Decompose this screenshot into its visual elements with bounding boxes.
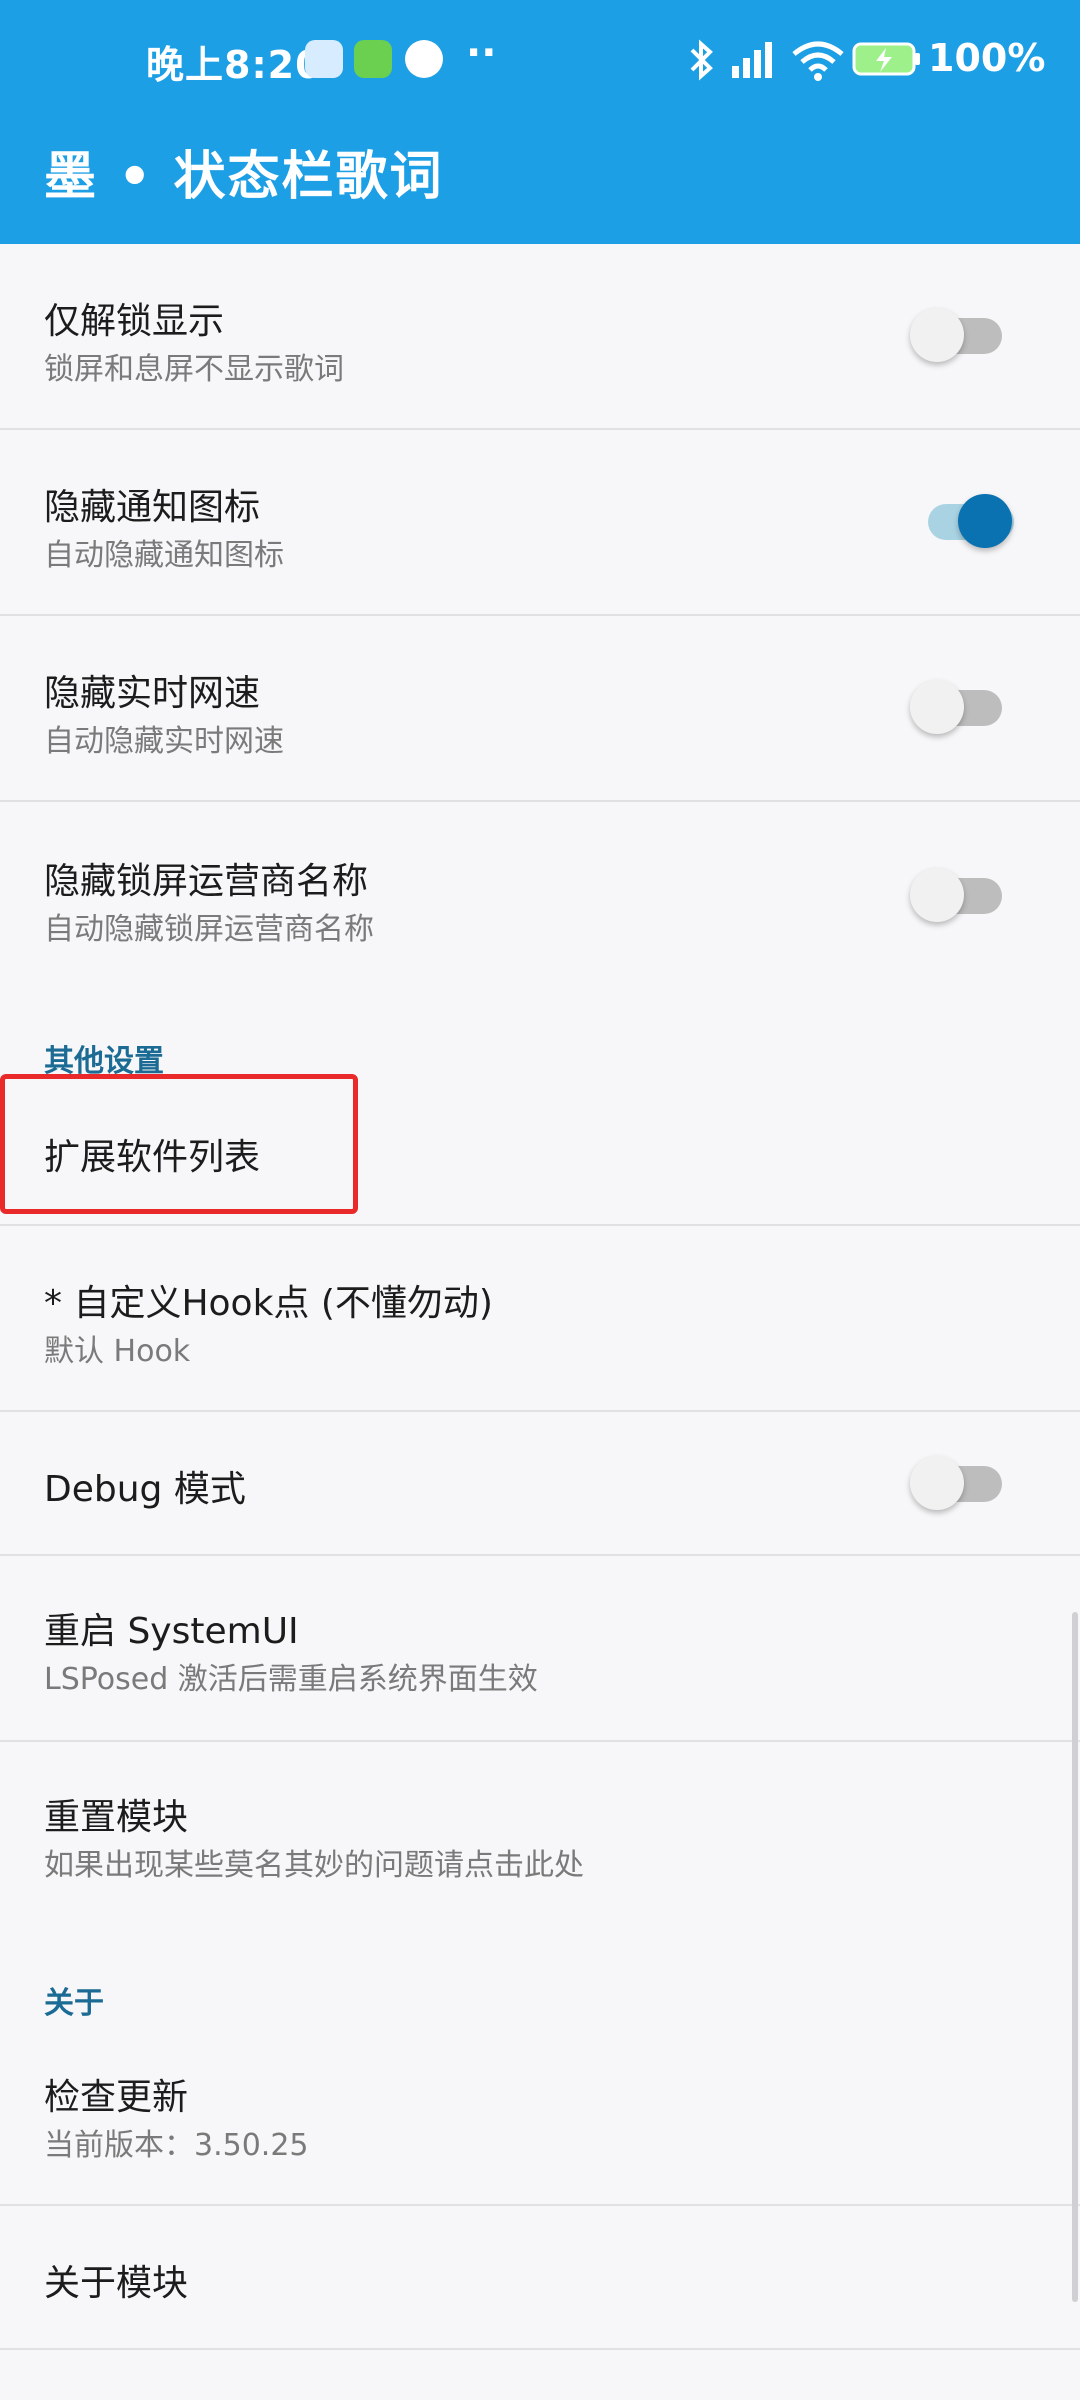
setting-check-update[interactable]: 检查更新 当前版本：3.50.25 xyxy=(0,2036,1080,2206)
setting-about-module[interactable]: 关于模块 xyxy=(0,2206,1080,2350)
notification-app-icon xyxy=(405,40,443,78)
notification-app-icon xyxy=(305,40,343,78)
setting-subtitle: 自动隐藏实时网速 xyxy=(44,724,284,759)
divider xyxy=(0,2348,1080,2350)
setting-debug-mode[interactable]: Debug 模式 xyxy=(0,1412,1080,1556)
more-notifications-icon: ·· xyxy=(466,30,497,76)
setting-unlock-only[interactable]: 仅解锁显示 锁屏和息屏不显示歌词 xyxy=(0,244,1080,430)
setting-restart-systemui[interactable]: 重启 SystemUI LSPosed 激活后需重启系统界面生效 xyxy=(0,1556,1080,1742)
section-header-about: 关于 xyxy=(44,1986,104,2021)
setting-title: 仅解锁显示 xyxy=(44,301,225,342)
setting-title: 重启 SystemUI xyxy=(44,1611,299,1652)
signal-icon xyxy=(732,42,772,78)
setting-title: 隐藏锁屏运营商名称 xyxy=(44,861,369,902)
highlight-box xyxy=(0,1074,358,1214)
hide-carrier-name-switch[interactable] xyxy=(910,868,1006,922)
unlock-only-switch[interactable] xyxy=(910,308,1006,362)
setting-hide-carrier-name[interactable]: 隐藏锁屏运营商名称 自动隐藏锁屏运营商名称 xyxy=(0,802,1080,1014)
status-time: 晚上8:20 xyxy=(146,43,323,87)
setting-title: * 自定义Hook点 (不懂勿动) xyxy=(44,1283,493,1324)
hide-notification-icons-switch[interactable] xyxy=(916,494,1014,548)
hide-network-speed-switch[interactable] xyxy=(910,680,1006,734)
page-title: 墨 • 状态栏歌词 xyxy=(44,147,444,207)
setting-subtitle: 默认 Hook xyxy=(44,1334,191,1369)
battery-percentage: 100% xyxy=(928,36,1046,80)
setting-hide-network-speed[interactable]: 隐藏实时网速 自动隐藏实时网速 xyxy=(0,616,1080,802)
setting-title: 关于模块 xyxy=(44,2263,189,2304)
status-bar: 晚上8:20 ·· 100% xyxy=(0,0,1080,120)
setting-custom-hook[interactable]: * 自定义Hook点 (不懂勿动) 默认 Hook xyxy=(0,1226,1080,1412)
scrollbar[interactable] xyxy=(1072,1612,1078,2302)
setting-subtitle: LSPosed 激活后需重启系统界面生效 xyxy=(44,1662,538,1697)
setting-subtitle: 自动隐藏锁屏运营商名称 xyxy=(44,912,374,947)
setting-title: 检查更新 xyxy=(44,2077,189,2118)
battery-icon xyxy=(852,42,920,76)
setting-subtitle: 锁屏和息屏不显示歌词 xyxy=(44,352,344,387)
setting-subtitle: 当前版本：3.50.25 xyxy=(44,2128,309,2163)
notification-app-icon xyxy=(354,40,392,78)
setting-title: 隐藏实时网速 xyxy=(44,673,261,714)
setting-subtitle: 自动隐藏通知图标 xyxy=(44,538,284,573)
setting-hide-notification-icons[interactable]: 隐藏通知图标 自动隐藏通知图标 xyxy=(0,430,1080,616)
setting-title: 重置模块 xyxy=(44,1797,189,1838)
setting-title: 隐藏通知图标 xyxy=(44,487,261,528)
debug-mode-switch[interactable] xyxy=(910,1456,1006,1510)
bluetooth-icon xyxy=(690,39,713,81)
wifi-icon xyxy=(792,41,844,81)
app-header: 晚上8:20 ·· 100% 墨 • 状态栏歌词 xyxy=(0,0,1080,244)
setting-subtitle: 如果出现某些莫名其妙的问题请点击此处 xyxy=(44,1848,584,1883)
setting-title: Debug 模式 xyxy=(44,1469,246,1510)
setting-reset-module[interactable]: 重置模块 如果出现某些莫名其妙的问题请点击此处 xyxy=(0,1742,1080,1948)
